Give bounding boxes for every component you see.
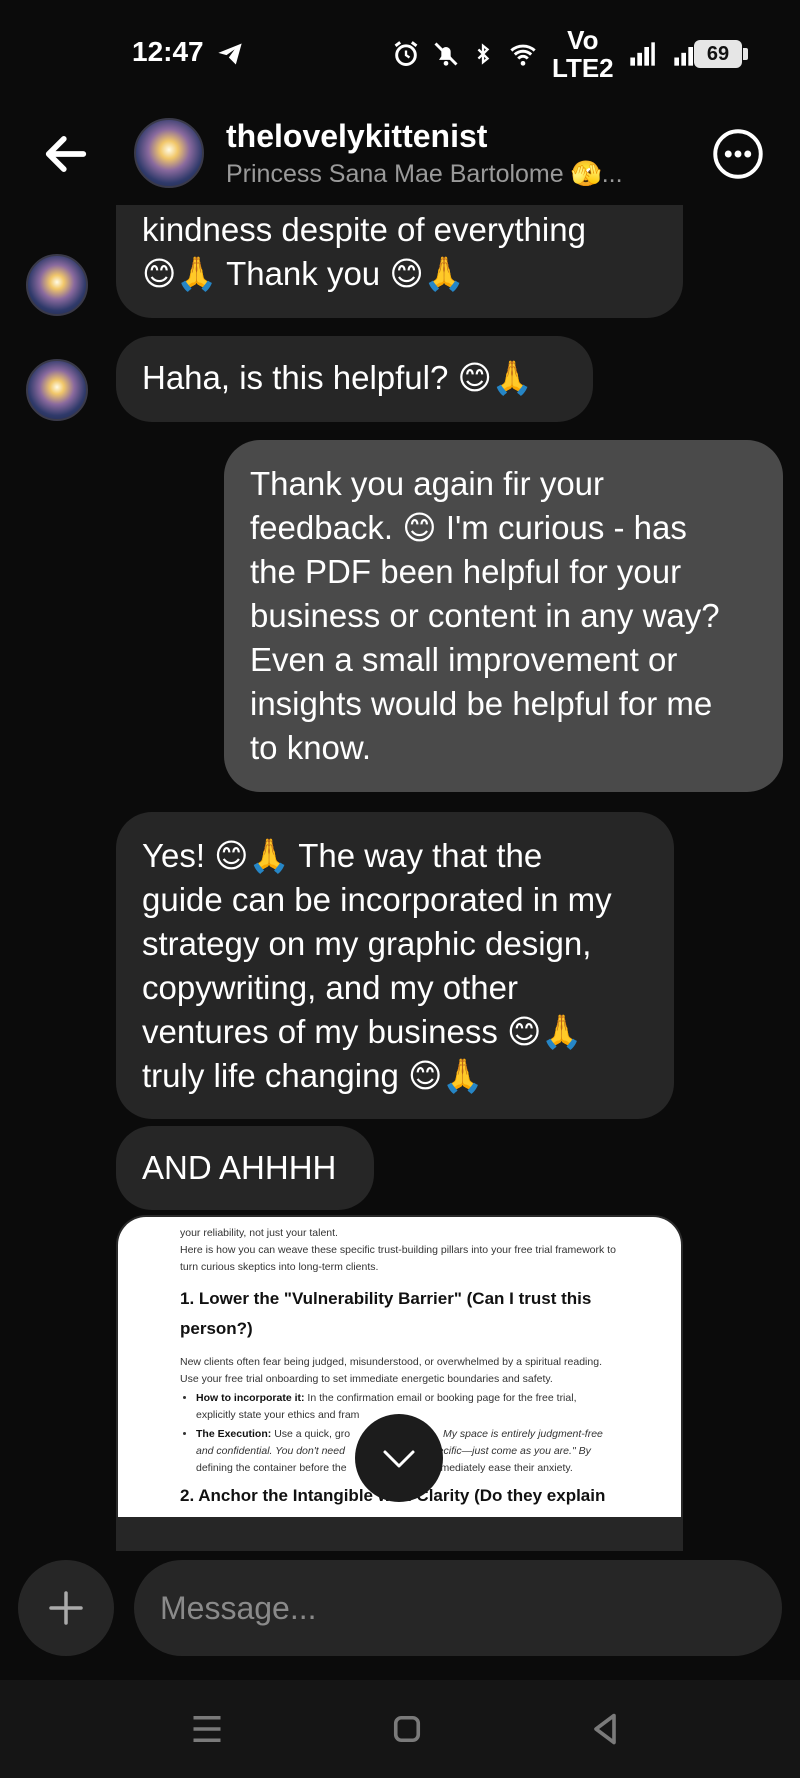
- sender-avatar[interactable]: [26, 254, 88, 316]
- message-bubble-incoming[interactable]: Haha, is this helpful? 😊🙏: [116, 336, 593, 422]
- mute-icon: [434, 42, 458, 66]
- message-line: Yes! 😊🙏 The way that the: [142, 837, 543, 874]
- message-line: business or content in any way?: [250, 597, 720, 634]
- contact-avatar[interactable]: [134, 118, 204, 188]
- message-line: kindness despite of everything: [142, 211, 586, 248]
- contact-username[interactable]: thelovelykittenist: [226, 118, 487, 155]
- message-line: feedback. 😊 I'm curious - has: [250, 509, 687, 546]
- doc-bullet-text: g specific—just come as you are." By: [417, 1445, 591, 1457]
- system-navigation-bar: [0, 1680, 800, 1778]
- doc-bullet-label: The Execution:: [196, 1428, 272, 1440]
- chevron-down-icon: [383, 1450, 415, 1468]
- message-line: 😊🙏 Thank you 😊🙏: [142, 255, 465, 292]
- message-line: copywriting, and my other: [142, 969, 519, 1006]
- doc-text: turn curious skeptics into long-term cli…: [180, 1261, 379, 1273]
- status-time: 12:47: [132, 36, 204, 67]
- message-bubble-incoming[interactable]: Yes! 😊🙏 The way that the guide can be in…: [116, 812, 674, 1119]
- status-bar: 12:47 Vo LTE2 69: [0, 0, 800, 100]
- home-button[interactable]: [380, 1702, 434, 1756]
- back-nav-button[interactable]: [578, 1702, 632, 1756]
- bluetooth-icon: [477, 43, 490, 65]
- doc-heading: 1. Lower the "Vulnerability Barrier" (Ca…: [180, 1289, 592, 1308]
- back-button[interactable]: [40, 128, 92, 180]
- doc-bullet-text: My space is entirely judgment-free: [442, 1428, 603, 1440]
- message-line: insights would be helpful for me: [250, 685, 713, 722]
- doc-text: your reliability, not just your talent.: [180, 1227, 338, 1239]
- message-line: Thank you again fir your: [250, 465, 605, 502]
- chat-header: thelovelykittenist Princess Sana Mae Bar…: [0, 100, 800, 205]
- status-icons: Vo LTE2: [392, 26, 702, 82]
- more-options-button[interactable]: [712, 128, 764, 180]
- scroll-to-bottom-button[interactable]: [355, 1414, 443, 1502]
- recents-button[interactable]: [180, 1702, 234, 1756]
- message-line: guide can be incorporated in my: [142, 881, 612, 918]
- doc-bullet-label: How to incorporate it:: [196, 1392, 305, 1404]
- alarm-icon: [394, 41, 418, 66]
- doc-text: New clients often fear being judged, mis…: [180, 1356, 602, 1368]
- message-line: truly life changing 😊🙏: [142, 1057, 484, 1094]
- message-line: Even a small improvement or: [250, 641, 678, 678]
- message-bubble-incoming[interactable]: AND AHHHH: [116, 1126, 374, 1210]
- message-text: AND AHHHH: [142, 1149, 337, 1186]
- doc-text: Here is how you can weave these specific…: [180, 1244, 616, 1256]
- add-attachment-button[interactable]: [18, 1560, 114, 1656]
- message-line: strategy on my graphic design,: [142, 925, 592, 962]
- telegram-icon: [218, 43, 242, 65]
- contact-display-name[interactable]: Princess Sana Mae Bartolome 🫣...: [226, 160, 623, 189]
- battery-level: 69: [706, 43, 730, 65]
- doc-bullet-text: explicitly state your ethics and fram: [196, 1409, 360, 1421]
- message-input[interactable]: [134, 1560, 782, 1656]
- doc-bullet-text: and confidential. You don't need: [196, 1445, 345, 1457]
- volte-top: Vo: [567, 25, 599, 55]
- battery-icon: 69: [694, 40, 748, 68]
- signal-icon: [629, 42, 655, 66]
- message-bubble-outgoing[interactable]: Thank you again fir your feedback. 😊 I'm…: [224, 440, 783, 792]
- wifi-icon: [510, 44, 536, 66]
- message-line: the PDF been helpful for your: [250, 553, 682, 590]
- volte-bottom: LTE2: [552, 53, 614, 83]
- doc-text: Use your free trial onboarding to set im…: [180, 1373, 553, 1385]
- doc-heading: person?): [180, 1319, 253, 1338]
- volte-icon: Vo LTE2: [552, 26, 614, 82]
- attachment-footer: [116, 1517, 683, 1551]
- message-line: ventures of my business 😊🙏: [142, 1013, 583, 1050]
- doc-bullet-text: Use a quick, gro: [274, 1428, 351, 1440]
- doc-bullet-text: defining the container before the: [196, 1462, 347, 1474]
- doc-bullet-text: In the confirmation email or booking pag…: [307, 1392, 577, 1404]
- message-line: to know.: [250, 729, 372, 766]
- message-text: Haha, is this helpful? 😊🙏: [142, 359, 534, 396]
- plus-icon: [49, 1591, 83, 1625]
- sender-avatar[interactable]: [26, 359, 88, 421]
